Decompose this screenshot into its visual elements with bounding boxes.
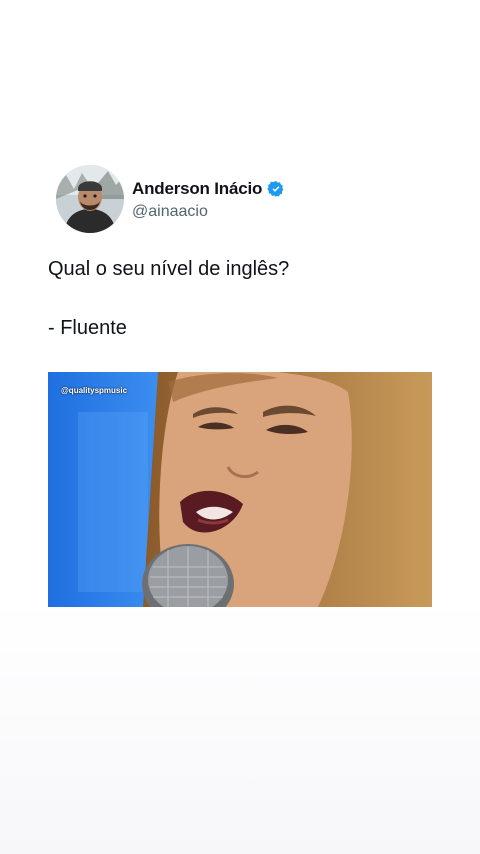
avatar[interactable] (56, 165, 124, 233)
media-image (48, 372, 432, 607)
verified-badge-icon (267, 181, 284, 197)
tweet-card: Anderson Inácio @ainaacio Qual o seu nív… (0, 0, 480, 854)
tweet-text-line-2: - Fluente (48, 317, 127, 339)
author-row: Anderson Inácio (132, 179, 285, 199)
avatar-image (56, 165, 124, 233)
author-name[interactable]: Anderson Inácio (132, 179, 262, 199)
tweet-text-line-1: Qual o seu nível de inglês? (48, 258, 290, 280)
media-watermark: @qualityspmusic (61, 386, 128, 395)
tweet-media[interactable]: @qualityspmusic (48, 372, 432, 607)
author-handle[interactable]: @ainaacio (132, 203, 208, 221)
